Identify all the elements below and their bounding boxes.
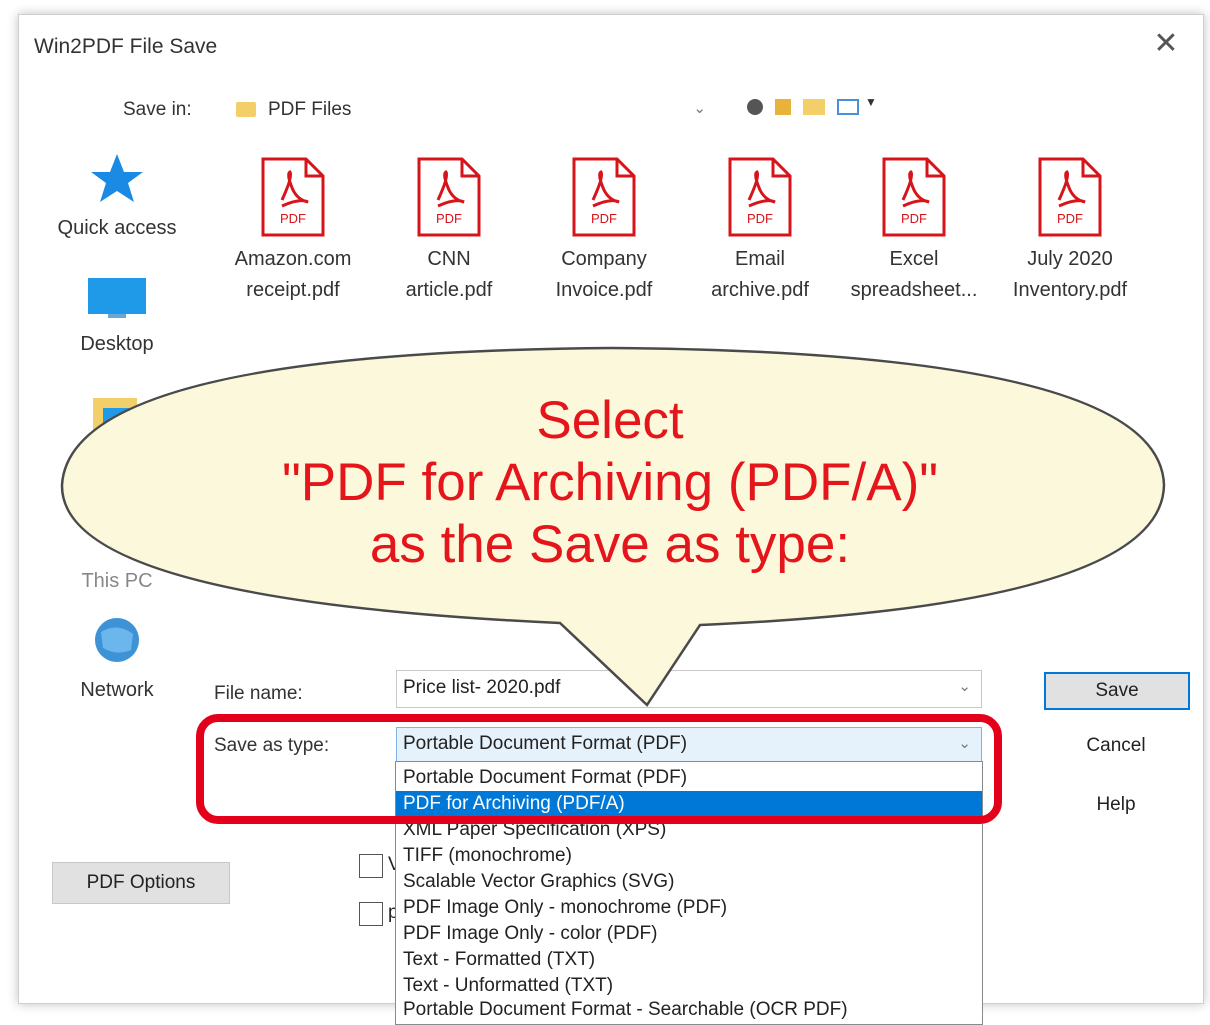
cancel-button[interactable]: Cancel	[1044, 726, 1188, 766]
highlight-annotation	[196, 714, 1002, 824]
help-button[interactable]: Help	[1044, 785, 1188, 825]
save-in-value: PDF Files	[268, 99, 352, 120]
place-label: Network	[80, 679, 154, 701]
file-name-line1: Company	[561, 248, 647, 270]
callout-line3: as the Save as type:	[369, 515, 851, 574]
pdf-file-icon: PDF	[260, 156, 326, 238]
file-name-line1: Email	[734, 248, 785, 270]
file-name-line1: Excel	[889, 248, 939, 270]
pdf-options-button[interactable]: PDF Options	[52, 862, 230, 904]
pdf-file-icon: PDF	[727, 156, 793, 238]
file-item[interactable]: PDF Email archive.pdf	[685, 156, 835, 306]
svg-text:PDF: PDF	[747, 211, 773, 226]
file-name-line2: archive.pdf	[711, 279, 809, 301]
close-icon[interactable]: ✕	[1149, 27, 1183, 61]
new-folder-icon[interactable]	[803, 99, 825, 115]
svg-text:PDF: PDF	[901, 211, 927, 226]
dropdown-option[interactable]: PDF Image Only - monochrome (PDF)	[396, 895, 982, 921]
dropdown-option[interactable]: PDF Image Only - color (PDF)	[396, 921, 982, 947]
file-name-label: File name:	[214, 683, 303, 704]
callout-line1: Select	[536, 391, 684, 450]
place-label: Quick access	[57, 217, 177, 239]
svg-text:PDF: PDF	[1057, 211, 1083, 226]
view-menu-icon[interactable]	[837, 99, 859, 115]
pdf-file-icon: PDF	[1037, 156, 1103, 238]
up-folder-icon[interactable]	[775, 99, 791, 115]
save-button[interactable]: Save	[1044, 672, 1190, 710]
svg-text:PDF: PDF	[280, 211, 306, 226]
star-icon	[91, 154, 143, 202]
file-name-value: Price list- 2020.pdf	[403, 677, 561, 698]
pdf-file-icon: PDF	[881, 156, 947, 238]
chevron-down-icon[interactable]: ⌄	[958, 677, 971, 695]
save-in-label: Save in:	[123, 99, 192, 120]
file-name-line2: article.pdf	[405, 279, 493, 301]
toolbar: ▼	[747, 95, 882, 119]
dropdown-option[interactable]: Portable Document Format - Searchable (O…	[396, 997, 982, 1023]
view-menu-chevron-icon[interactable]: ▼	[865, 95, 877, 111]
checkbox-2[interactable]	[359, 902, 383, 926]
desktop-icon	[88, 278, 146, 318]
callout-text: Select "PDF for Archiving (PDF/A)" as th…	[160, 390, 1060, 576]
file-name-line1: CNN	[427, 248, 471, 270]
svg-text:PDF: PDF	[591, 211, 617, 226]
place-quick-access[interactable]: Quick access	[37, 150, 197, 240]
file-item[interactable]: PDF Company Invoice.pdf	[529, 156, 679, 306]
dropdown-option[interactable]: Text - Unformatted (TXT)	[396, 973, 982, 999]
place-label: Desktop	[80, 333, 154, 355]
checkbox-1[interactable]	[359, 854, 383, 878]
file-item[interactable]: PDF Excel spreadsheet...	[839, 156, 989, 306]
file-name-field[interactable]: Price list- 2020.pdf ⌄	[396, 670, 982, 708]
pdf-file-icon: PDF	[416, 156, 482, 238]
file-name-line2: receipt.pdf	[246, 279, 340, 301]
dropdown-option[interactable]: Text - Formatted (TXT)	[396, 947, 982, 973]
dropdown-option[interactable]: TIFF (monochrome)	[396, 843, 982, 869]
libraries-icon	[93, 398, 137, 438]
dropdown-option[interactable]: Scalable Vector Graphics (SVG)	[396, 869, 982, 895]
network-icon	[95, 618, 139, 662]
window-title: Win2PDF File Save	[34, 35, 218, 58]
callout-line2: "PDF for Archiving (PDF/A)"	[281, 453, 939, 512]
save-in-dropdown[interactable]: PDF Files ⌄	[226, 91, 714, 129]
file-name-line2: spreadsheet...	[850, 279, 978, 301]
place-network[interactable]: Network	[37, 612, 197, 702]
file-name-line1: July 2020	[1027, 248, 1113, 270]
title-bar: Win2PDF File Save ✕	[19, 15, 1203, 79]
back-icon[interactable]	[747, 99, 763, 115]
chevron-down-icon: ⌄	[693, 100, 706, 117]
file-name-line1: Amazon.com	[234, 248, 352, 270]
file-item[interactable]: PDF July 2020 Inventory.pdf	[995, 156, 1145, 306]
pdf-file-icon: PDF	[571, 156, 637, 238]
place-desktop[interactable]: Desktop	[37, 274, 197, 356]
svg-text:PDF: PDF	[436, 211, 462, 226]
folder-icon	[236, 102, 256, 117]
file-item[interactable]: PDF CNN article.pdf	[374, 156, 524, 306]
file-item[interactable]: PDF Amazon.com receipt.pdf	[218, 156, 368, 306]
file-name-line2: Invoice.pdf	[555, 279, 653, 301]
file-name-line2: Inventory.pdf	[1012, 279, 1128, 301]
